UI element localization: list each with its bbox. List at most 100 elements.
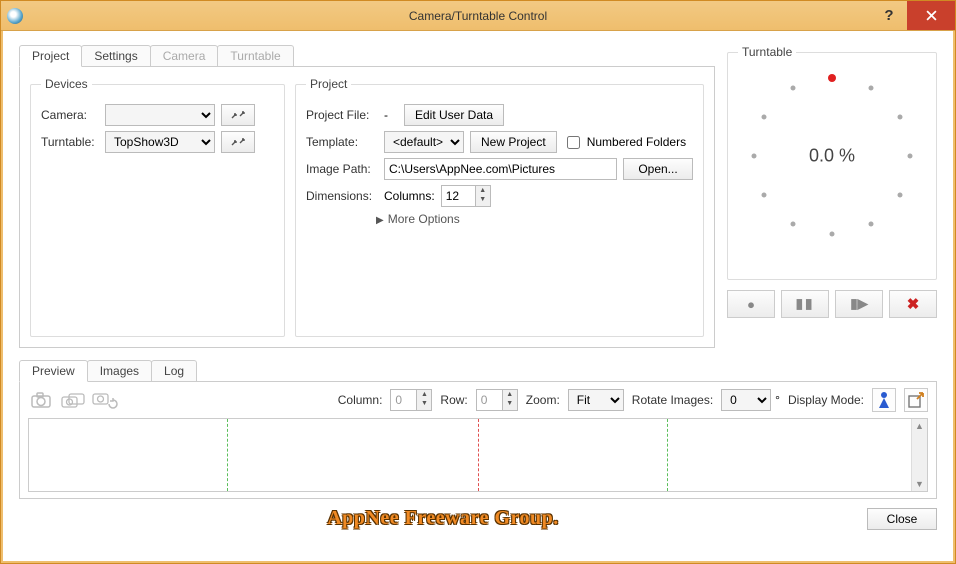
- footer: AppNee Freeware Group. Close: [19, 507, 937, 530]
- columns-value[interactable]: [441, 185, 475, 207]
- camera-label: Camera:: [41, 108, 99, 122]
- zoom-label: Zoom:: [526, 393, 560, 407]
- tab-project[interactable]: Project: [19, 45, 82, 67]
- column-value[interactable]: [390, 389, 416, 411]
- turntable-group: Turntable 0.0 %: [727, 45, 937, 280]
- template-label: Template:: [306, 135, 378, 149]
- columns-spinner[interactable]: ▲▼: [441, 185, 491, 207]
- devices-group: Devices Camera: Turntable: TopShow3D: [30, 77, 285, 337]
- record-icon: ●: [747, 297, 755, 312]
- row-spinner[interactable]: ▲▼: [476, 389, 518, 411]
- camera-refresh-icon[interactable]: [92, 389, 118, 411]
- pause-button[interactable]: ▮▮: [781, 290, 829, 318]
- titlebar: Camera/Turntable Control ?: [1, 1, 955, 31]
- tab-camera[interactable]: Camera: [150, 45, 219, 66]
- project-file-label: Project File:: [306, 108, 378, 122]
- numbered-folders-checkbox[interactable]: [567, 136, 580, 149]
- lower-section: Preview Images Log: [19, 360, 937, 499]
- devices-legend: Devices: [41, 77, 92, 91]
- preview-strip: ▲ ▼: [28, 418, 928, 492]
- scroll-up-icon[interactable]: ▲: [915, 421, 924, 431]
- step-icon: ▮▶: [850, 296, 868, 312]
- turntable-connect-button[interactable]: [221, 131, 255, 153]
- more-options-toggle[interactable]: ▶More Options: [376, 212, 693, 226]
- numbered-folders-wrap: Numbered Folders: [563, 133, 686, 152]
- stop-button[interactable]: ✖: [889, 290, 937, 318]
- columns-label: Columns:: [384, 189, 435, 203]
- tab-log[interactable]: Log: [151, 360, 197, 381]
- capture-tools: [28, 389, 118, 411]
- camera-select[interactable]: [105, 104, 215, 126]
- spin-buttons[interactable]: ▲▼: [475, 185, 491, 207]
- image-path-input[interactable]: [384, 158, 617, 180]
- tab-turntable[interactable]: Turntable: [217, 45, 293, 66]
- preview-toolbar: Column: ▲▼ Row: ▲▼ Zoom: Fit Rotate Imag…: [28, 388, 928, 412]
- turntable-device-label: Turntable:: [41, 135, 99, 149]
- degree-symbol: °: [775, 393, 780, 407]
- project-legend: Project: [306, 77, 351, 91]
- project-file-row: Project File: - Edit User Data: [306, 104, 693, 126]
- turntable-legend: Turntable: [738, 45, 796, 59]
- pause-icon: ▮▮: [796, 296, 815, 312]
- preview-panel: Column: ▲▼ Row: ▲▼ Zoom: Fit Rotate Imag…: [19, 381, 937, 499]
- zoom-select[interactable]: Fit: [568, 389, 624, 411]
- app-icon: [7, 8, 23, 24]
- display-mode-label: Display Mode:: [788, 393, 864, 407]
- new-project-button[interactable]: New Project: [470, 131, 557, 153]
- turntable-controls: ● ▮▮ ▮▶ ✖: [727, 290, 937, 318]
- close-button[interactable]: Close: [867, 508, 937, 530]
- main-column: Project Settings Camera Turntable Device…: [19, 45, 715, 348]
- watermark-text: AppNee Freeware Group.: [19, 507, 867, 530]
- turntable-device-row: Turntable: TopShow3D: [41, 131, 274, 153]
- image-path-label: Image Path:: [306, 162, 378, 176]
- display-mode-figure-button[interactable]: [872, 388, 896, 412]
- row-label: Row:: [440, 393, 467, 407]
- image-path-row: Image Path: Open...: [306, 158, 693, 180]
- main-tabs: Project Settings Camera Turntable: [19, 45, 715, 66]
- camera-connect-button[interactable]: [221, 104, 255, 126]
- camera-row: Camera:: [41, 104, 274, 126]
- main-panel: Devices Camera: Turntable: TopShow3D: [30, 77, 704, 337]
- rotate-label: Rotate Images:: [632, 393, 713, 407]
- project-group: Project Project File: - Edit User Data T…: [295, 77, 704, 337]
- cancel-icon: ✖: [907, 295, 920, 313]
- column-label: Column:: [338, 393, 383, 407]
- rotate-select[interactable]: 0: [721, 389, 771, 411]
- expand-icon: ▶: [376, 215, 384, 226]
- turntable-dial: 0.0 %: [747, 71, 917, 241]
- template-select[interactable]: <default>: [384, 131, 464, 153]
- close-icon: [926, 10, 937, 21]
- window-close-button[interactable]: [907, 1, 955, 30]
- preview-scrollbar[interactable]: ▲ ▼: [911, 419, 927, 491]
- app-window: Camera/Turntable Control ? Project Setti…: [0, 0, 956, 564]
- top-row: Project Settings Camera Turntable Device…: [19, 45, 937, 348]
- project-file-value: -: [384, 108, 398, 122]
- numbered-folders-label: Numbered Folders: [587, 135, 686, 149]
- tab-preview[interactable]: Preview: [19, 360, 88, 382]
- template-row: Template: <default> New Project Numbered…: [306, 131, 693, 153]
- tab-settings[interactable]: Settings: [81, 45, 150, 66]
- edit-user-data-button[interactable]: Edit User Data: [404, 104, 504, 126]
- turntable-column: Turntable 0.0 %: [727, 45, 937, 348]
- main-tab-panel: Devices Camera: Turntable: TopShow3D: [19, 66, 715, 348]
- dimensions-row: Dimensions: Columns: ▲▼: [306, 185, 693, 207]
- turntable-select[interactable]: TopShow3D: [105, 131, 215, 153]
- open-path-button[interactable]: Open...: [623, 158, 693, 180]
- display-mode-export-button[interactable]: [904, 388, 928, 412]
- step-button[interactable]: ▮▶: [835, 290, 883, 318]
- record-button[interactable]: ●: [727, 290, 775, 318]
- dimensions-label: Dimensions:: [306, 189, 378, 203]
- help-button[interactable]: ?: [871, 1, 907, 30]
- window-title: Camera/Turntable Control: [409, 9, 547, 23]
- row-value[interactable]: [476, 389, 502, 411]
- content-area: Project Settings Camera Turntable Device…: [1, 31, 955, 563]
- titlebar-buttons: ?: [871, 1, 955, 30]
- camera-single-icon[interactable]: [28, 389, 54, 411]
- camera-multi-icon[interactable]: [60, 389, 86, 411]
- lower-tabs: Preview Images Log: [19, 360, 937, 381]
- tab-images[interactable]: Images: [87, 360, 152, 381]
- turntable-percent: 0.0 %: [809, 146, 855, 167]
- scroll-down-icon[interactable]: ▼: [915, 479, 924, 489]
- column-spinner[interactable]: ▲▼: [390, 389, 432, 411]
- connect-icon: [230, 136, 246, 148]
